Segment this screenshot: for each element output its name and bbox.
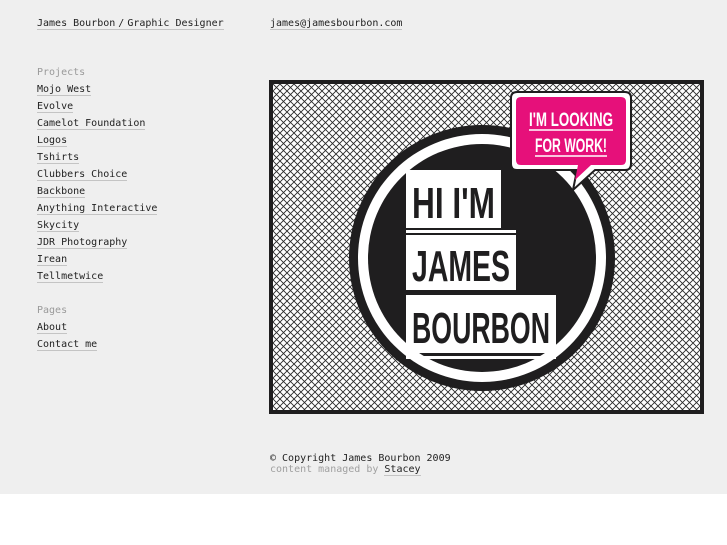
plate-underline-1: [406, 230, 516, 233]
project-link-mojo-west[interactable]: Mojo West: [37, 84, 92, 96]
project-item: Logos: [37, 132, 237, 149]
site-name: James Bourbon: [37, 18, 116, 29]
pages-heading: Pages: [37, 305, 68, 316]
email-link[interactable]: james@jamesbourbon.com: [270, 18, 403, 30]
bubble-line2: FOR WORK!: [535, 136, 607, 157]
site-role: Graphic Designer: [127, 18, 224, 29]
hero-line3: BOURBON: [412, 304, 550, 353]
plate-underline-2: [406, 356, 556, 359]
sidebar-nav: Projects Mojo West Evolve Camelot Founda…: [37, 64, 237, 353]
project-link-tshirts[interactable]: Tshirts: [37, 152, 80, 164]
hero-image: HI I'M JAMES BOURBON I'M LOOKING FOR WOR…: [269, 80, 704, 414]
project-item: Backbone: [37, 183, 237, 200]
managed-by: content managed by Stacey: [270, 464, 451, 476]
page-item: Contact me: [37, 336, 237, 353]
project-link-evolve[interactable]: Evolve: [37, 101, 74, 113]
hero-line2: JAMES: [412, 242, 510, 291]
footer: © Copyright James Bourbon 2009 content m…: [270, 453, 451, 476]
projects-list: Mojo West Evolve Camelot Foundation Logo…: [37, 81, 237, 285]
pages-list: About Contact me: [37, 319, 237, 353]
managed-by-prefix: content managed by: [270, 464, 379, 475]
home-link[interactable]: James Bourbon / Graphic Designer: [37, 18, 224, 30]
hero-line1: HI I'M: [412, 179, 495, 228]
project-link-skycity[interactable]: Skycity: [37, 220, 80, 232]
project-item: Tshirts: [37, 149, 237, 166]
project-link-irean[interactable]: Irean: [37, 254, 68, 266]
page-item: About: [37, 319, 237, 336]
copyright-text: © Copyright James Bourbon 2009: [270, 453, 451, 464]
project-link-jdr-photography[interactable]: JDR Photography: [37, 237, 128, 249]
project-link-tellmetwice[interactable]: Tellmetwice: [37, 271, 104, 283]
project-link-clubbers-choice[interactable]: Clubbers Choice: [37, 169, 128, 181]
page: James Bourbon / Graphic Designer james@jam…: [0, 0, 727, 494]
project-link-logos[interactable]: Logos: [37, 135, 68, 147]
project-item: Irean: [37, 251, 237, 268]
project-item: Camelot Foundation: [37, 115, 237, 132]
project-item: Evolve: [37, 98, 237, 115]
project-item: Anything Interactive: [37, 200, 237, 217]
project-item: Mojo West: [37, 81, 237, 98]
hero-badge-graphic: HI I'M JAMES BOURBON I'M LOOKING FOR WOR…: [273, 84, 700, 410]
bubble-line1: I'M LOOKING: [529, 110, 613, 131]
project-item: JDR Photography: [37, 234, 237, 251]
page-link-contact[interactable]: Contact me: [37, 339, 98, 351]
project-link-backbone[interactable]: Backbone: [37, 186, 86, 198]
project-link-anything-interactive[interactable]: Anything Interactive: [37, 203, 158, 215]
stacey-link[interactable]: Stacey: [384, 464, 421, 476]
title-separator: /: [118, 18, 125, 29]
project-link-camelot-foundation[interactable]: Camelot Foundation: [37, 118, 146, 130]
page-link-about[interactable]: About: [37, 322, 68, 334]
projects-heading: Projects: [37, 67, 86, 78]
email-container: james@jamesbourbon.com: [270, 17, 403, 31]
project-item: Clubbers Choice: [37, 166, 237, 183]
project-item: Skycity: [37, 217, 237, 234]
site-title: James Bourbon / Graphic Designer: [37, 17, 224, 31]
project-item: Tellmetwice: [37, 268, 237, 285]
